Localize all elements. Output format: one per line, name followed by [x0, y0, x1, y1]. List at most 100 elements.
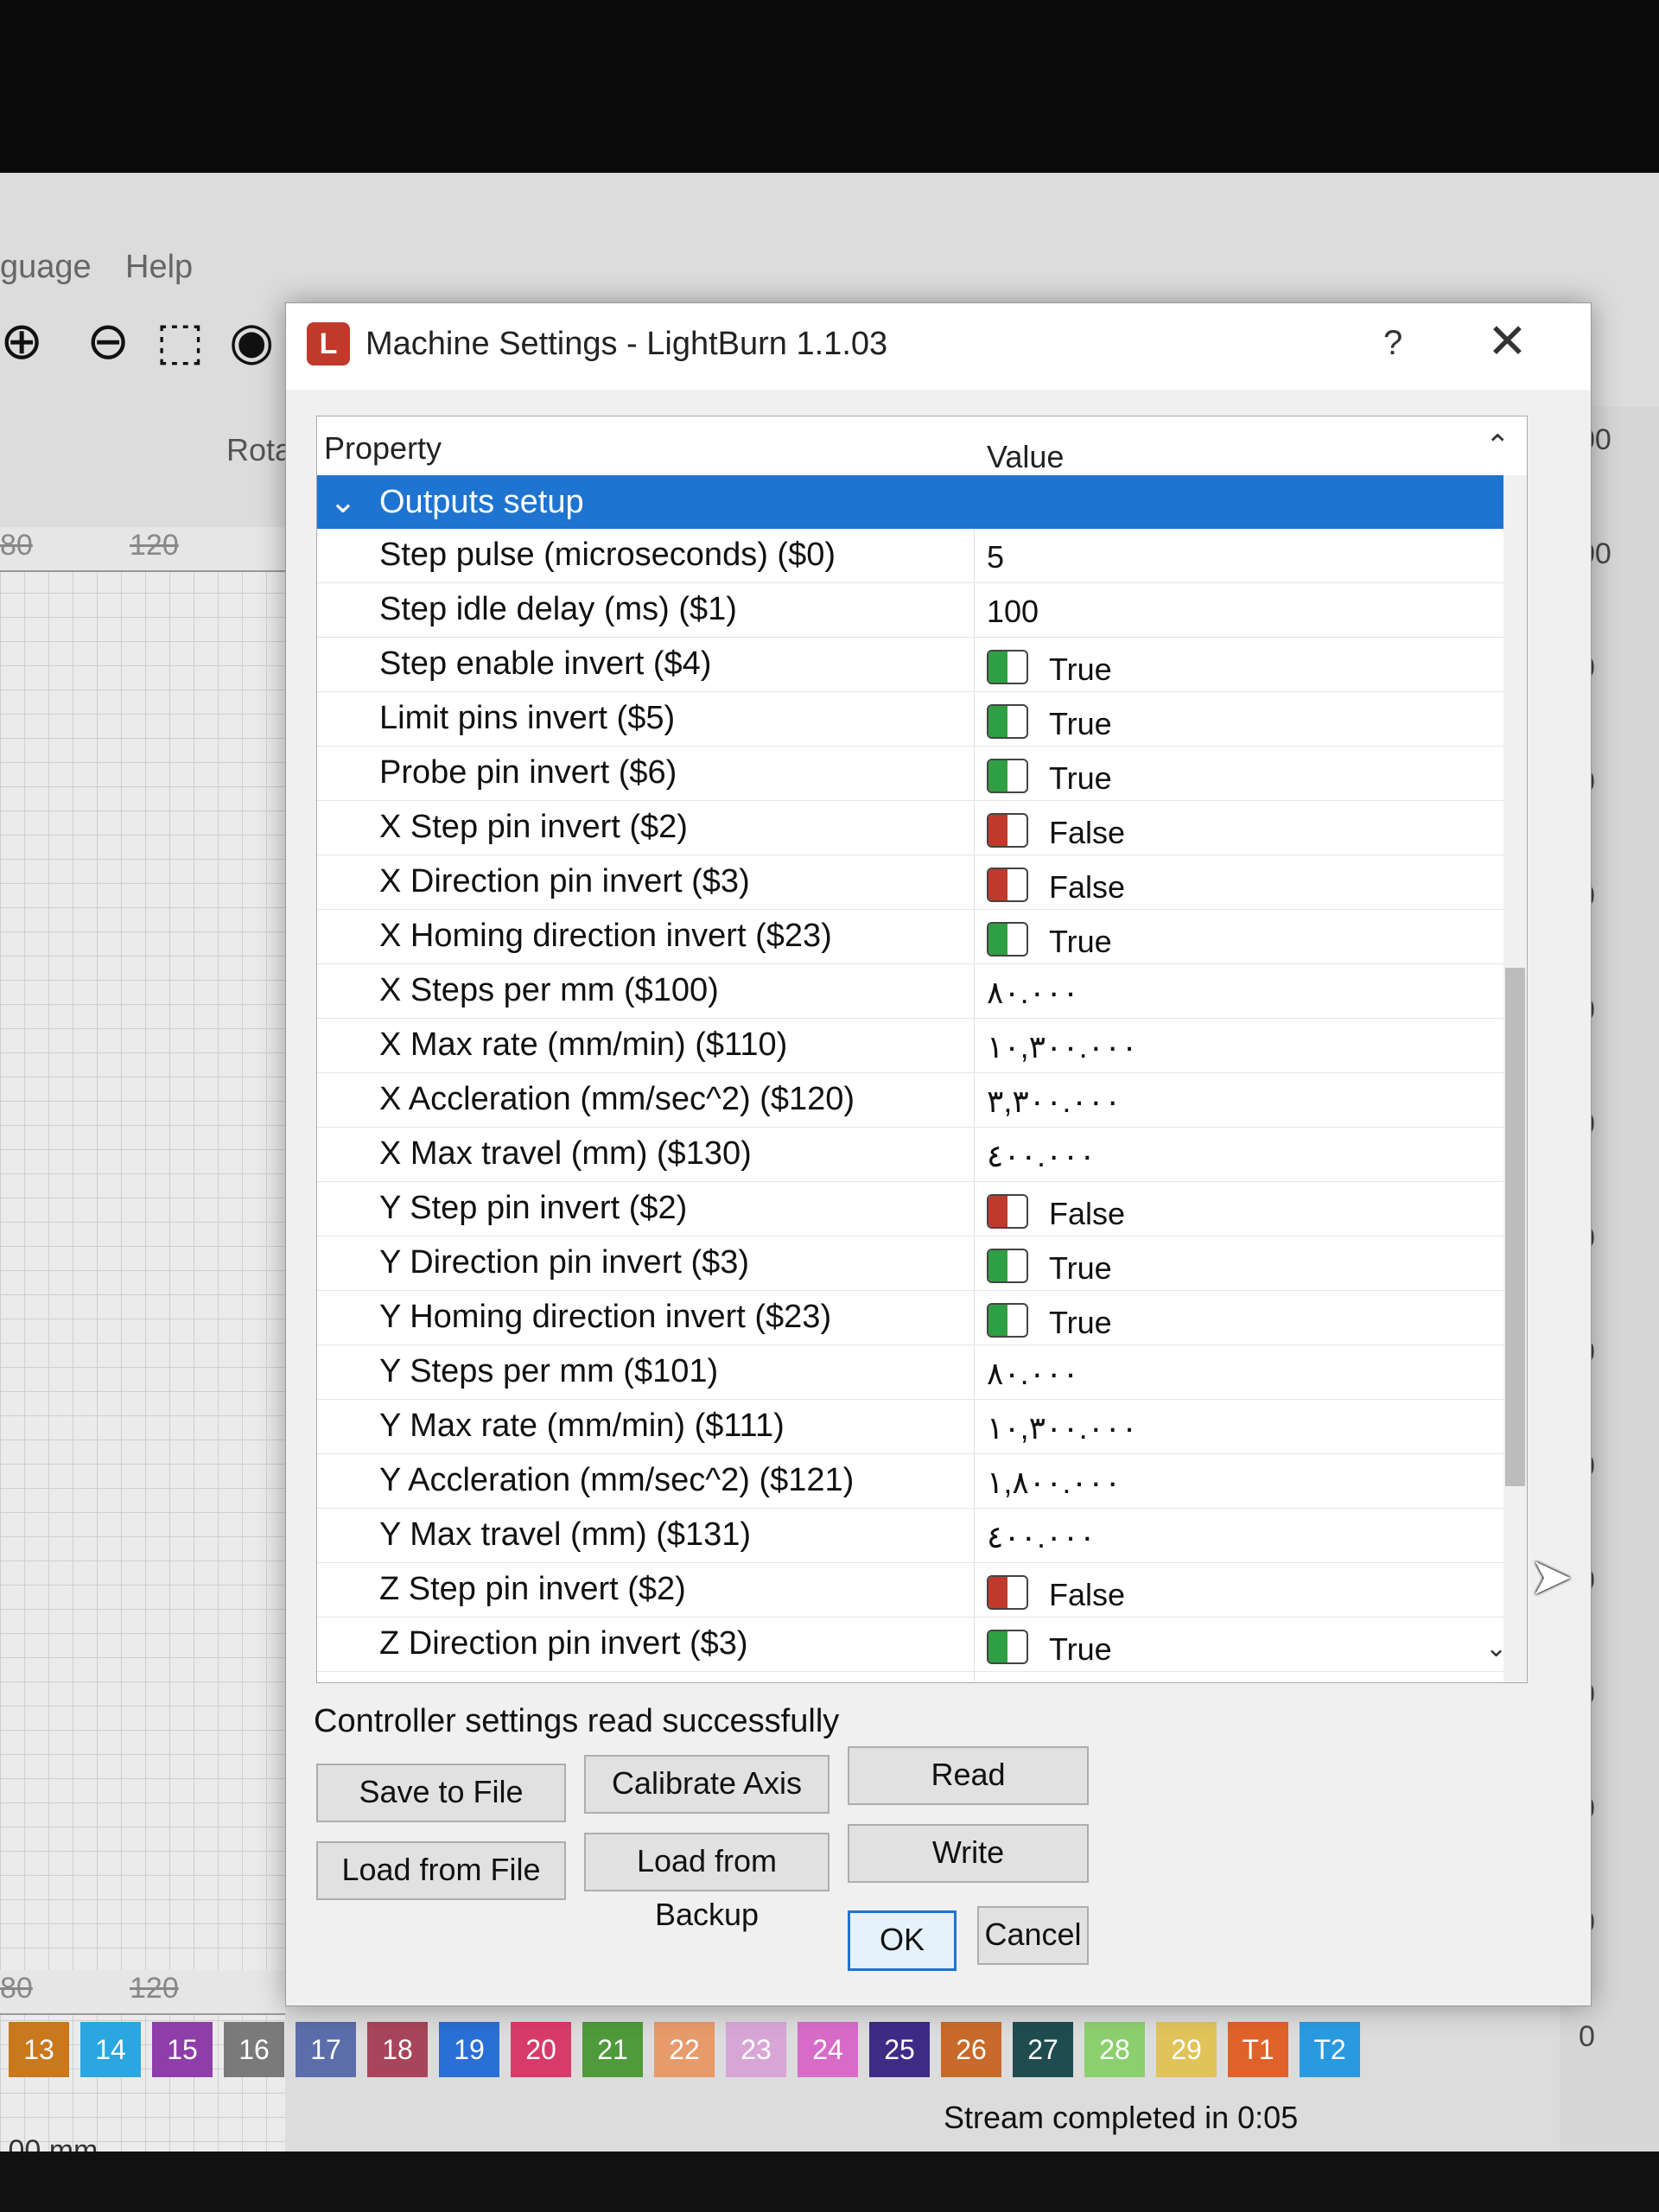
write-button[interactable]: Write [848, 1824, 1089, 1883]
toggle-checkbox-icon[interactable] [987, 759, 1028, 793]
scroll-up-icon[interactable]: ⌃ [1485, 429, 1510, 463]
camera-icon[interactable]: ◉ [229, 311, 274, 372]
setting-row[interactable]: X Max rate (mm/min) ($110) ١٠,٣٠٠.٠٠٠ [317, 1019, 1503, 1073]
setting-row[interactable]: Z Direction pin invert ($3) True [317, 1618, 1503, 1672]
setting-value[interactable]: ٤٠٠.٠٠٠ [987, 1519, 1096, 1555]
layer-swatch[interactable]: 19 [439, 2022, 499, 2077]
menu-language[interactable]: guage [0, 249, 92, 286]
setting-row[interactable]: X Step pin invert ($2) False [317, 801, 1503, 855]
column-divider [974, 1563, 975, 1617]
category-outputs-setup[interactable]: ⌄ Outputs setup [317, 475, 1503, 529]
save-to-file-button[interactable]: Save to File [316, 1764, 566, 1822]
setting-value[interactable]: ١٠,٣٠٠.٠٠٠ [987, 1029, 1138, 1065]
setting-value-text: True [1049, 1250, 1112, 1286]
workspace-canvas[interactable] [0, 544, 285, 2152]
setting-property: Step enable invert ($4) [379, 645, 712, 682]
column-divider [974, 1400, 975, 1453]
setting-row[interactable]: Y Max rate (mm/min) ($111) ١٠,٣٠٠.٠٠٠ [317, 1400, 1503, 1454]
setting-value[interactable]: 5 [987, 539, 1004, 575]
read-button[interactable]: Read [848, 1746, 1089, 1805]
setting-row[interactable]: X Direction pin invert ($3) False [317, 855, 1503, 910]
zoom-in-icon[interactable]: ⊕ [0, 311, 43, 372]
cancel-button[interactable]: Cancel [977, 1906, 1089, 1965]
setting-row[interactable]: Y Max travel (mm) ($131) ٤٠٠.٠٠٠ [317, 1509, 1503, 1563]
layer-swatch[interactable]: 13 [9, 2022, 69, 2077]
setting-property: Step pulse (microseconds) ($0) [379, 537, 836, 573]
column-divider [974, 1509, 975, 1562]
setting-row[interactable]: X Accleration (mm/sec^2) ($120) ٣,٣٠٠.٠٠٠ [317, 1073, 1503, 1128]
layer-swatch[interactable]: 26 [941, 2022, 1001, 2077]
setting-value[interactable]: ٣,٣٠٠.٠٠٠ [987, 1084, 1121, 1120]
scroll-down-icon[interactable]: ⌄ [1485, 1633, 1507, 1663]
setting-row[interactable]: X Homing direction invert ($23) True [317, 910, 1503, 964]
ok-button[interactable]: OK [848, 1910, 957, 1971]
setting-row[interactable]: Y Steps per mm ($101) ٨٠.٠٠٠ [317, 1345, 1503, 1400]
load-from-file-button[interactable]: Load from File [316, 1841, 566, 1900]
layer-swatch[interactable]: 29 [1156, 2022, 1217, 2077]
scrollbar-thumb[interactable] [1505, 968, 1525, 1486]
zoom-frame-icon[interactable]: ⬚ [156, 311, 205, 372]
layer-swatch[interactable]: 14 [80, 2022, 141, 2077]
setting-row[interactable]: Y Step pin invert ($2) False [317, 1182, 1503, 1236]
layer-swatch[interactable]: 21 [582, 2022, 643, 2077]
setting-value[interactable]: ١,٨٠٠.٠٠٠ [987, 1465, 1121, 1501]
toggle-checkbox-icon[interactable] [987, 650, 1028, 684]
setting-row[interactable]: Z Step pin invert ($2) False [317, 1563, 1503, 1618]
setting-property: X Steps per mm ($100) [379, 972, 719, 1008]
layer-swatch[interactable]: 15 [152, 2022, 213, 2077]
layer-swatch[interactable]: 23 [726, 2022, 786, 2077]
layer-swatch[interactable]: 16 [224, 2022, 284, 2077]
load-from-backup-button[interactable]: Load from Backup [584, 1833, 830, 1932]
layer-swatch[interactable]: 20 [511, 2022, 571, 2077]
toggle-checkbox-icon[interactable] [987, 704, 1028, 739]
layer-swatch[interactable]: T2 [1300, 2022, 1360, 2077]
setting-row[interactable]: Z Homing direction invert ($23)False [317, 1672, 1503, 1682]
toggle-checkbox-icon[interactable] [987, 1303, 1028, 1338]
layer-swatch[interactable]: 28 [1084, 2022, 1145, 2077]
setting-row[interactable]: Y Accleration (mm/sec^2) ($121) ١,٨٠٠.٠٠٠ [317, 1454, 1503, 1509]
layer-swatch[interactable]: T1 [1228, 2022, 1288, 2077]
setting-property: Step idle delay (ms) ($1) [379, 591, 737, 627]
grid-scrollbar[interactable] [1503, 475, 1527, 1682]
setting-row[interactable]: Y Direction pin invert ($3) True [317, 1236, 1503, 1291]
toggle-checkbox-icon[interactable] [987, 1575, 1028, 1610]
setting-row[interactable]: Limit pins invert ($5) True [317, 692, 1503, 747]
grid-header: Property Value ⌃ [317, 416, 1527, 477]
setting-value[interactable]: ١٠,٣٠٠.٠٠٠ [987, 1410, 1138, 1446]
toggle-checkbox-icon[interactable] [987, 1194, 1028, 1229]
layer-swatch[interactable]: 18 [367, 2022, 428, 2077]
setting-value-text: True [1049, 924, 1112, 959]
layer-swatch[interactable]: 24 [798, 2022, 858, 2077]
setting-row[interactable]: Step pulse (microseconds) ($0) 5 [317, 529, 1503, 583]
chevron-down-icon[interactable]: ⌄ [329, 482, 357, 521]
header-value: Value [987, 439, 1065, 474]
layer-swatch[interactable]: 22 [654, 2022, 715, 2077]
ruler-top: 80 120 [0, 527, 285, 572]
setting-value-text: False [1049, 815, 1126, 850]
setting-row[interactable]: X Steps per mm ($100) ٨٠.٠٠٠ [317, 964, 1503, 1019]
close-icon[interactable]: ✕ [1487, 315, 1528, 367]
setting-value[interactable]: ٨٠.٠٠٠ [987, 975, 1079, 1011]
toggle-checkbox-icon[interactable] [987, 1630, 1028, 1664]
setting-value[interactable]: 100 [987, 594, 1039, 630]
toggle-checkbox-icon[interactable] [987, 813, 1028, 848]
layer-swatch[interactable]: 25 [869, 2022, 930, 2077]
toggle-checkbox-icon[interactable] [987, 1249, 1028, 1283]
toggle-checkbox-icon[interactable] [987, 868, 1028, 902]
setting-value[interactable]: ٨٠.٠٠٠ [987, 1356, 1079, 1392]
setting-row[interactable]: Step idle delay (ms) ($1) 100 [317, 583, 1503, 638]
layer-swatch[interactable]: 17 [296, 2022, 356, 2077]
menu-help[interactable]: Help [125, 249, 193, 286]
setting-row[interactable]: Y Homing direction invert ($23) True [317, 1291, 1503, 1345]
setting-row[interactable]: Probe pin invert ($6) True [317, 747, 1503, 801]
setting-row[interactable]: Step enable invert ($4) True [317, 638, 1503, 692]
layer-swatch[interactable]: 27 [1013, 2022, 1073, 2077]
position-readout: .00 mm [0, 2134, 99, 2152]
calibrate-axis-button[interactable]: Calibrate Axis [584, 1755, 830, 1814]
toggle-checkbox-icon[interactable] [987, 922, 1028, 957]
rotate-label: Rota [226, 432, 293, 467]
zoom-out-icon[interactable]: ⊖ [86, 311, 130, 372]
setting-value[interactable]: ٤٠٠.٠٠٠ [987, 1138, 1096, 1174]
help-button[interactable]: ? [1383, 324, 1402, 363]
setting-row[interactable]: X Max travel (mm) ($130) ٤٠٠.٠٠٠ [317, 1128, 1503, 1182]
